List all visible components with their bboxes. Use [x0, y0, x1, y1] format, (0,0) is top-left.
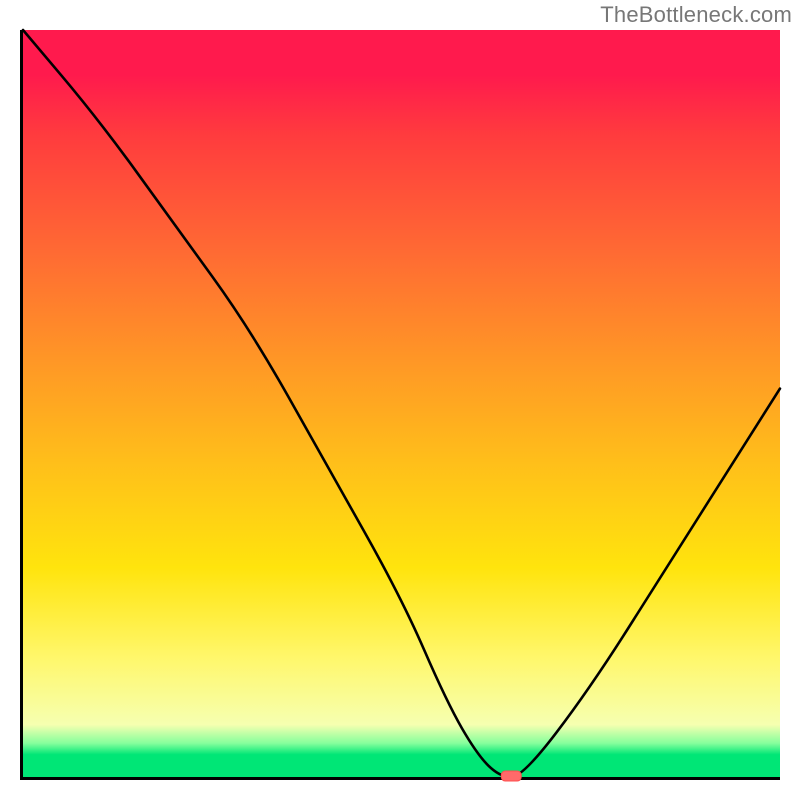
- heat-gradient: [23, 30, 780, 777]
- chart-stage: TheBottleneck.com: [0, 0, 800, 800]
- watermark-text: TheBottleneck.com: [600, 2, 792, 28]
- plot-area: [20, 30, 780, 780]
